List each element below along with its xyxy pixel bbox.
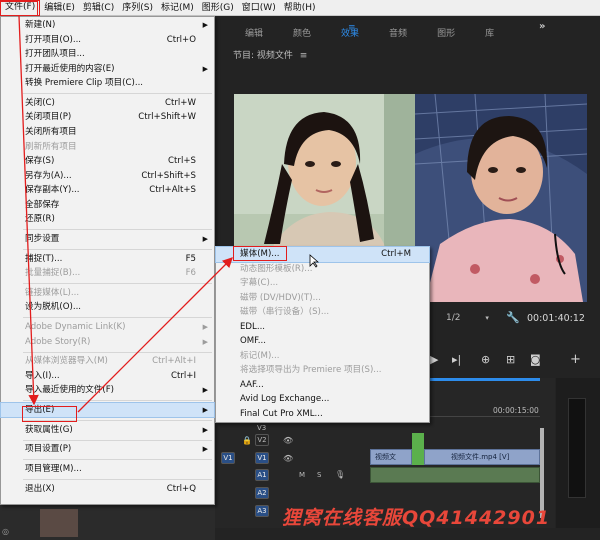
annotation-arrows xyxy=(18,15,233,413)
watermark-text: 狸窝在线客服QQ41442901 xyxy=(282,507,551,529)
mouse-cursor-icon xyxy=(309,254,320,271)
